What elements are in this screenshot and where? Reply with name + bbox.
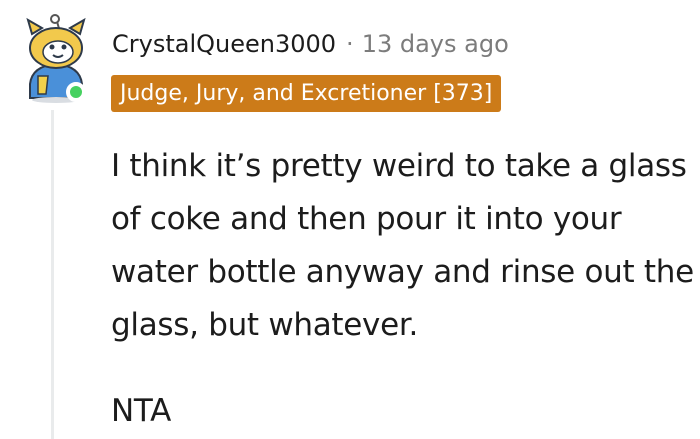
timestamp-link[interactable]: 13 days ago: [362, 30, 509, 58]
comment-body: I think it’s pretty weird to take a glas…: [111, 140, 696, 438]
comment: CrystalQueen3000 · 13 days ago Judge, Ju…: [0, 0, 700, 439]
comment-paragraph: NTA: [111, 393, 172, 429]
username-link[interactable]: CrystalQueen3000: [112, 30, 336, 58]
user-flair: Judge, Jury, and Excretioner [373]: [111, 75, 502, 112]
online-status-dot: [66, 82, 86, 102]
avatar[interactable]: [20, 14, 90, 104]
comment-paragraph: I think it’s pretty weird to take a glas…: [111, 148, 694, 343]
thread-line[interactable]: [51, 110, 54, 439]
meta-separator: ·: [346, 30, 354, 58]
comment-meta: CrystalQueen3000 · 13 days ago: [112, 26, 509, 62]
